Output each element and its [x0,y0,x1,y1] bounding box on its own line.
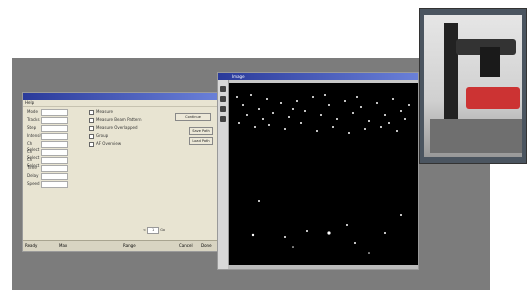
microscope-base [430,119,522,153]
field-ch-select-3: Ch Select [27,157,68,168]
field-mode: Mode [27,109,68,116]
status-max[interactable]: Max [59,241,67,251]
check-af-overview[interactable]: AF Overview [89,141,121,147]
field-time: Time [27,165,68,172]
save-path-button[interactable]: Save Path [189,127,213,135]
status-done[interactable]: Done [201,241,212,251]
pager-page-field[interactable]: 1 [147,227,160,234]
checkbox-icon [89,125,94,131]
viewer-toolstrip [218,80,229,269]
status-range[interactable]: Range [123,241,136,251]
image-viewer-window: Image [217,72,419,270]
field-speed: Speed [27,181,68,188]
status-cancel[interactable]: Cancel [179,241,193,251]
speed-input[interactable] [41,181,68,188]
check-overlapped[interactable]: Measure Overlapped [89,125,138,131]
field-intensity: Intensity [27,133,68,140]
ch-select-input-3[interactable] [41,157,68,164]
menu-help[interactable]: Help [25,100,34,105]
field-ch-select-2: Ch Select [27,149,68,160]
checkbox-icon [89,133,94,139]
intensity-input[interactable] [41,133,68,140]
checkbox-icon [89,117,94,123]
dialog-titlebar[interactable] [23,93,217,100]
status-ready: Ready [25,243,38,248]
ch-select-input-1[interactable] [41,141,68,148]
viewer-title: Image [232,74,245,79]
time-input[interactable] [41,165,68,172]
checkbox-icon [89,141,94,147]
dialog-menubar: Help [23,100,217,107]
check-group[interactable]: Group [89,133,108,139]
pan-tool-icon[interactable] [220,106,226,112]
microscope-objective [480,47,500,77]
mode-input[interactable] [41,109,68,116]
pager-prev-button[interactable]: < [143,228,146,232]
field-delay: Delay [27,173,68,180]
pointer-tool-icon[interactable] [220,86,226,92]
fluorescent-spots-image [236,94,410,254]
field-tracks: Tracks [27,117,68,124]
check-beam-pattern[interactable]: Measure Beam Pattern [89,117,142,123]
acquisition-dialog: Help Mode Tracks Step Intensity Ch Selec… [22,92,218,252]
delay-input[interactable] [41,173,68,180]
field-step: Step [27,125,68,132]
pager: < 1 Go [143,227,165,234]
checkbox-icon [89,109,94,115]
step-input[interactable] [41,125,68,132]
tracks-input[interactable] [41,117,68,124]
field-ch-select-1: Ch Select [27,141,68,152]
ch-select-input-2[interactable] [41,149,68,156]
sample-holder [466,87,520,109]
measure-tool-icon[interactable] [220,116,226,122]
dialog-statusbar: Ready Max Range Cancel Done [23,240,217,251]
viewer-scrollbar[interactable] [228,265,418,269]
pager-go-button[interactable]: Go [160,228,165,232]
continue-button[interactable]: Continue [175,113,211,121]
microscopy-image-canvas[interactable] [229,83,418,269]
load-path-button[interactable]: Load Path [189,137,213,145]
viewer-titlebar[interactable]: Image [218,73,418,80]
check-measure[interactable]: Measure [89,109,113,115]
zoom-tool-icon[interactable] [220,96,226,102]
microscope-photo [419,8,527,164]
